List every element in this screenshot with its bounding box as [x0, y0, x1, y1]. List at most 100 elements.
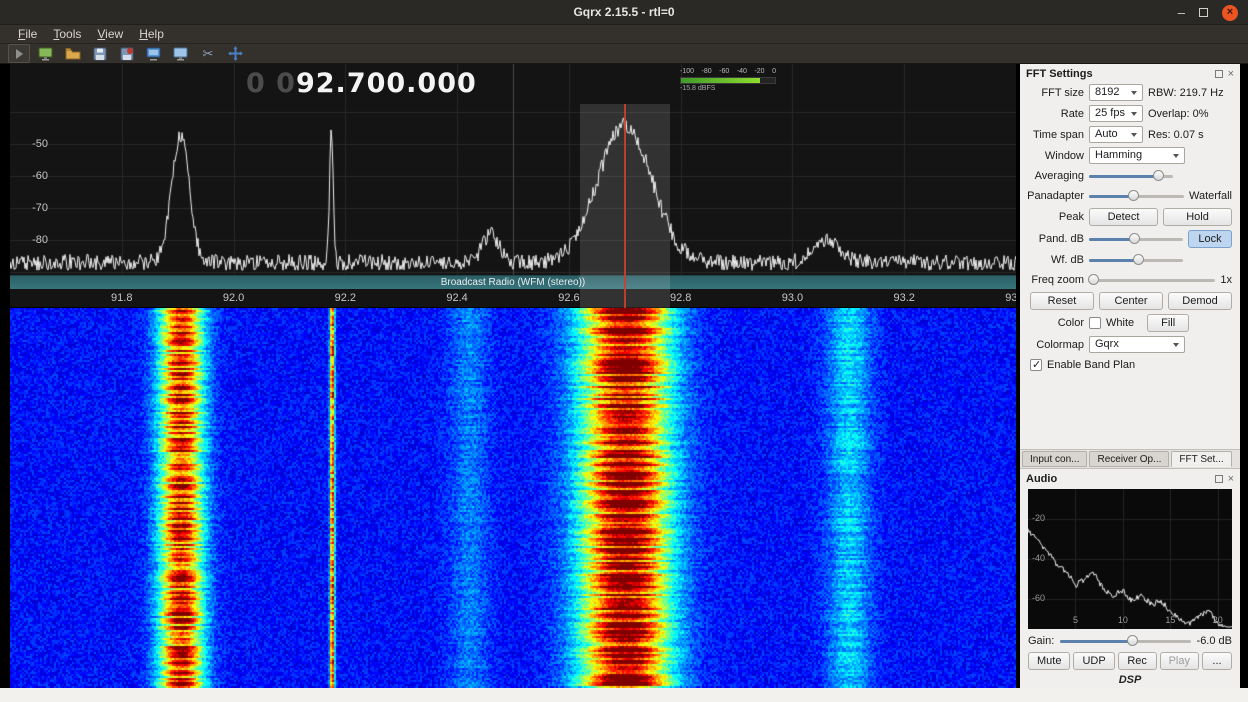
meter-scale: -100 -80 -60 -40 -20 0	[680, 68, 776, 76]
time-span-select[interactable]: Auto	[1089, 126, 1143, 143]
audio-dock: Audio × -20 -40 -60 5 10 15 20	[1020, 469, 1240, 688]
menu-view[interactable]: View	[89, 25, 131, 43]
pan-icon[interactable]	[224, 44, 246, 63]
fft-settings-title: FFT Settings	[1026, 68, 1215, 80]
cut-icon[interactable]: ✂	[197, 44, 219, 63]
averaging-slider[interactable]	[1089, 169, 1173, 183]
db-axis-label: -60	[20, 170, 48, 182]
float-dock-icon[interactable]	[1215, 475, 1223, 483]
fft-settings-header: FFT Settings ×	[1020, 64, 1240, 82]
freq-zoom-label: Freq zoom	[1020, 274, 1084, 286]
wf-db-label: Wf. dB	[1020, 254, 1084, 266]
rbw-value: RBW: 219.7 Hz	[1148, 87, 1224, 99]
titlebar: Gqrx 2.15.5 - rtl=0 – ×	[0, 0, 1248, 25]
gain-row: Gain: -6.0 dB	[1020, 633, 1240, 649]
save-as-icon[interactable]	[116, 44, 138, 63]
white-checkbox[interactable]	[1089, 317, 1101, 329]
fft-size-row: FFT size 8192 RBW: 219.7 Hz	[1020, 82, 1240, 103]
panadapter-split-slider[interactable]	[1089, 189, 1184, 203]
fill-button[interactable]: Fill	[1147, 314, 1189, 332]
averaging-row: Averaging	[1020, 166, 1240, 186]
enable-band-plan-checkbox[interactable]	[1030, 359, 1042, 371]
minimize-icon[interactable]: –	[1178, 8, 1185, 18]
waterfall[interactable]	[10, 308, 1016, 688]
audio-db-label: -40	[1032, 553, 1045, 563]
screenshot-icon[interactable]	[143, 44, 165, 63]
remote-control-icon[interactable]	[170, 44, 192, 63]
menu-help[interactable]: Help	[131, 25, 172, 43]
menubar: File Tools View Help	[0, 25, 1248, 43]
freq-tick: 93.2	[894, 292, 915, 304]
db-axis-label: -70	[20, 202, 48, 214]
maximize-icon[interactable]	[1199, 8, 1208, 17]
freq-zoom-slider[interactable]	[1089, 273, 1215, 287]
meter-value: -15.8 dBFS	[680, 85, 776, 92]
resolution-value: Res: 0.07 s	[1148, 129, 1204, 141]
peak-hold-button[interactable]: Hold	[1163, 208, 1232, 226]
close-dock-icon[interactable]: ×	[1228, 70, 1234, 79]
dock-panel: FFT Settings × FFT size 8192 RBW: 219.7 …	[1020, 64, 1240, 688]
menu-tools[interactable]: Tools	[45, 25, 89, 43]
frequency-scale[interactable]: 91.8 92.0 92.2 92.4 92.6 92.8 93.0 93.2 …	[10, 289, 1016, 308]
pandapter[interactable]: 0 092.700.000 -100 -80 -60 -40 -20 0 -15…	[10, 64, 1016, 275]
gqrx-window: Gqrx 2.15.5 - rtl=0 – × File Tools View …	[0, 0, 1248, 702]
band-plan-row: Enable Band Plan	[1020, 355, 1240, 375]
audio-khz-label: 20	[1213, 615, 1223, 625]
pandapter-plot[interactable]	[10, 64, 1016, 275]
tuning-line[interactable]	[624, 104, 626, 308]
close-dock-icon[interactable]: ×	[1228, 475, 1234, 484]
window-select[interactable]: Hamming	[1089, 147, 1185, 164]
mute-button[interactable]: Mute	[1028, 652, 1070, 670]
float-dock-icon[interactable]	[1215, 70, 1223, 78]
freq-tick: 93.0	[782, 292, 803, 304]
reset-button[interactable]: Reset	[1030, 292, 1094, 310]
window-title: Gqrx 2.15.5 - rtl=0	[573, 5, 674, 19]
rec-button[interactable]: Rec	[1118, 652, 1157, 670]
pand-db-slider[interactable]	[1089, 232, 1183, 246]
meter-tick: 0	[772, 68, 776, 76]
audio-spectrum-plot	[1028, 489, 1232, 629]
center-button[interactable]: Center	[1099, 292, 1163, 310]
close-icon[interactable]: ×	[1222, 5, 1238, 21]
wf-db-slider[interactable]	[1089, 253, 1183, 267]
fft-size-select[interactable]: 8192	[1089, 84, 1143, 101]
colormap-select[interactable]: Gqrx	[1089, 336, 1185, 353]
time-span-label: Time span	[1020, 129, 1084, 141]
tab-receiver-options[interactable]: Receiver Op...	[1089, 451, 1169, 467]
freq-tick: 91.8	[111, 292, 132, 304]
audio-db-label: -20	[1032, 513, 1045, 523]
dsp-dock-label: DSP	[1020, 672, 1240, 688]
pand-db-row: Pand. dB Lock	[1020, 228, 1240, 250]
freq-zoom-value: 1x	[1220, 274, 1232, 286]
window-row: Window Hamming	[1020, 145, 1240, 166]
start-dsp-icon[interactable]	[8, 44, 30, 63]
audio-khz-label: 5	[1073, 615, 1078, 625]
save-file-icon[interactable]	[89, 44, 111, 63]
audio-khz-label: 15	[1165, 615, 1175, 625]
toolbar: ✂	[0, 43, 1248, 64]
averaging-label: Averaging	[1020, 170, 1084, 182]
frequency-display[interactable]: 0 092.700.000	[246, 68, 477, 99]
gain-slider[interactable]	[1060, 634, 1190, 648]
tab-fft-settings[interactable]: FFT Set...	[1171, 451, 1231, 467]
white-checkbox-label: White	[1106, 317, 1134, 329]
tab-input-controls[interactable]: Input con...	[1022, 451, 1087, 467]
signal-strength-meter: -100 -80 -60 -40 -20 0 -15.8 dBFS	[680, 68, 776, 92]
more-button[interactable]: ...	[1202, 652, 1232, 670]
waterfall-display[interactable]	[10, 308, 1016, 688]
rate-select[interactable]: 25 fps	[1089, 105, 1143, 122]
open-file-icon[interactable]	[62, 44, 84, 63]
lock-button[interactable]: Lock	[1188, 230, 1232, 248]
configure-io-icon[interactable]	[35, 44, 57, 63]
audio-title: Audio	[1026, 473, 1215, 485]
menu-file[interactable]: File	[10, 25, 45, 43]
udp-button[interactable]: UDP	[1073, 652, 1114, 670]
frequency-leading-zeros: 0 0	[246, 68, 296, 99]
demod-button[interactable]: Demod	[1168, 292, 1232, 310]
meter-tick: -20	[754, 68, 764, 76]
plotter: 0 092.700.000 -100 -80 -60 -40 -20 0 -15…	[10, 64, 1016, 688]
audio-header: Audio ×	[1020, 469, 1240, 487]
peak-detect-button[interactable]: Detect	[1089, 208, 1158, 226]
rate-row: Rate 25 fps Overlap: 0%	[1020, 103, 1240, 124]
rate-label: Rate	[1020, 108, 1084, 120]
